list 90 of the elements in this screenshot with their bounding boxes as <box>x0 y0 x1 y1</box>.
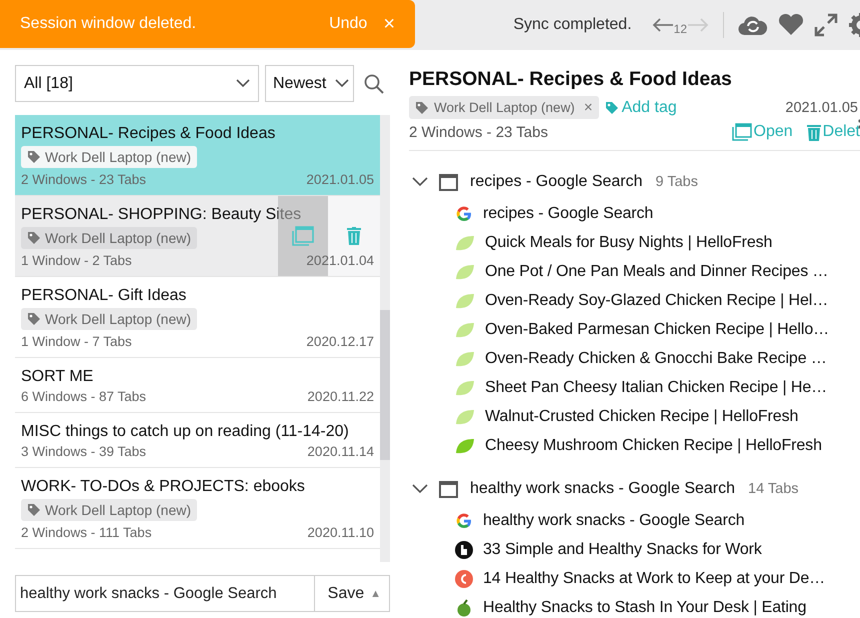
apple-icon <box>455 598 473 616</box>
tag-icon <box>604 100 619 114</box>
tab-link[interactable]: Oven-Baked Parmesan Chicken Recipe | Hello… <box>485 320 830 338</box>
leaf-icon <box>455 436 475 454</box>
leaf-icon <box>455 262 475 280</box>
session-date: 2020.11.10 <box>307 525 374 540</box>
session-name-field[interactable]: healthy work snacks - Google Search Save ▲ <box>15 575 390 612</box>
session-summary: 2 Windows - 23 Tabs <box>409 124 549 140</box>
search-icon[interactable] <box>364 74 384 94</box>
toast-message: Session window deleted. <box>20 15 198 33</box>
collapse-icon[interactable] <box>411 483 429 495</box>
leaf-icon <box>455 320 475 338</box>
leaf-icon <box>455 378 475 396</box>
tab-link[interactable]: healthy work snacks - Google Search <box>483 512 745 530</box>
tag-icon <box>415 100 429 114</box>
session-summary: 1 Window - 7 Tabs <box>21 334 132 349</box>
session-title: PERSONAL- SHOPPING: Beauty Sites <box>21 206 302 224</box>
tab-count: 9 Tabs <box>656 174 698 190</box>
session-summary: 1 Window - 2 Tabs <box>21 253 132 268</box>
tag-icon <box>27 503 41 517</box>
session-item[interactable]: PERSONAL- Gift Ideas Work Dell Laptop (new) 1 Window - 7 Tabs 2020.12.17 <box>15 277 380 358</box>
session-date: 2020.11.14 <box>307 444 374 459</box>
settings-icon[interactable] <box>848 12 860 38</box>
site-logo-icon <box>455 540 473 558</box>
history-count: 12 <box>674 22 687 36</box>
window-icon <box>439 174 458 190</box>
leaf-icon <box>455 292 475 310</box>
tab-link[interactable]: One Pot / One Pan Meals and Dinner Recipes … <box>485 262 828 280</box>
google-icon <box>455 204 473 222</box>
trash-icon <box>806 124 821 140</box>
tag-label: Work Dell Laptop (new) <box>434 100 575 115</box>
heart-icon[interactable] <box>778 14 804 36</box>
tab-link[interactable]: Healthy Snacks to Stash In Your Desk | Eating <box>483 598 806 616</box>
group-select[interactable]: All [18] <box>15 65 259 102</box>
leaf-icon <box>455 408 475 426</box>
remove-tag-button[interactable]: × <box>580 99 593 116</box>
tab-link[interactable]: Walnut-Crusted Chicken Recipe | HelloFresh <box>485 408 798 426</box>
tag-label: Work Dell Laptop (new) <box>45 149 192 165</box>
session-summary: 2 Windows - 111 Tabs <box>21 525 152 540</box>
window-title[interactable]: recipes - Google Search <box>470 173 643 191</box>
scrollbar-thumb[interactable] <box>380 310 390 460</box>
tab-link[interactable]: 33 Simple and Healthy Snacks for Work <box>483 540 762 558</box>
session-heading: PERSONAL- Recipes & Food Ideas <box>409 68 733 91</box>
tab-link[interactable]: Sheet Pan Cheesy Italian Chicken Recipe | He… <box>485 378 828 396</box>
tag-label: Work Dell Laptop (new) <box>45 311 192 327</box>
tab-link[interactable]: 14 Healthy Snacks at Work to Keep at your De… <box>483 570 826 588</box>
window-title[interactable]: healthy work snacks - Google Search <box>470 480 736 498</box>
tab-link[interactable]: Quick Meals for Busy Nights | HelloFresh <box>485 234 772 252</box>
session-date: 2021.01.04 <box>306 253 374 268</box>
tag-label: Work Dell Laptop (new) <box>45 502 192 518</box>
session-date: 2021.01.05 <box>306 172 374 187</box>
tag-icon <box>27 150 41 164</box>
leaf-icon <box>455 234 475 252</box>
tag-icon <box>27 312 41 326</box>
collapse-icon[interactable] <box>411 176 429 188</box>
session-title: SORT ME <box>21 368 94 386</box>
expand-icon[interactable] <box>814 13 838 37</box>
session-date: 2021.01.05 <box>785 100 858 116</box>
windows-icon <box>292 226 314 246</box>
session-summary: 6 Windows - 87 Tabs <box>21 389 146 404</box>
tab-link[interactable]: Oven-Ready Chicken & Gnocchi Bake Recipe … <box>485 350 827 368</box>
session-title: PERSONAL- Recipes & Food Ideas <box>21 125 276 143</box>
session-summary: 2 Windows - 23 Tabs <box>21 172 146 187</box>
session-title: PERSONAL- Gift Ideas <box>21 287 188 305</box>
windows-icon <box>732 123 752 141</box>
tag-label: Work Dell Laptop (new) <box>45 230 192 246</box>
chevron-icon <box>335 79 349 88</box>
google-icon <box>455 512 473 530</box>
session-title: MISC things to catch up on reading (11-14-20) <box>21 423 350 441</box>
tab-link[interactable]: recipes - Google Search <box>483 204 654 222</box>
tab-link[interactable]: Cheesy Mushroom Chicken Recipe | HelloFresh <box>485 436 822 454</box>
session-item[interactable]: PERSONAL- SHOPPING: Beauty Sites Work Dell Laptop (new) 1 Window - 2 Tabs 2021.01.04 <box>15 196 380 277</box>
tag-icon <box>27 231 41 245</box>
trash-icon <box>347 227 361 245</box>
tab-count: 14 Tabs <box>748 481 799 497</box>
chevron-icon <box>236 79 250 88</box>
sort-select[interactable]: Newest <box>265 65 354 102</box>
session-date: 2020.12.17 <box>306 334 374 349</box>
session-item[interactable]: WORK- TO-DOs & PROJECTS: ebooks Work Dell Laptop (new) 2 Windows - 111 Tabs 2020.11.10 <box>15 468 380 549</box>
session-item[interactable]: PERSONAL- Recipes & Food Ideas Work Dell Laptop (new) 2 Windows - 23 Tabs 2021.01.05 <box>15 115 380 196</box>
session-summary: 3 Windows - 39 Tabs <box>21 444 146 459</box>
leaf-icon <box>455 350 475 368</box>
site-logo-icon <box>455 570 473 588</box>
sync-status: Sync completed. <box>513 16 632 34</box>
window-icon <box>439 480 458 498</box>
back-arrow-icon[interactable] <box>652 18 674 32</box>
session-date: 2020.11.22 <box>307 389 374 404</box>
session-title: WORK- TO-DOs & PROJECTS: ebooks <box>21 478 306 496</box>
tab-link[interactable]: Oven-Ready Soy-Glazed Chicken Recipe | Hel… <box>485 292 828 310</box>
cloud-sync-icon[interactable] <box>738 14 768 36</box>
